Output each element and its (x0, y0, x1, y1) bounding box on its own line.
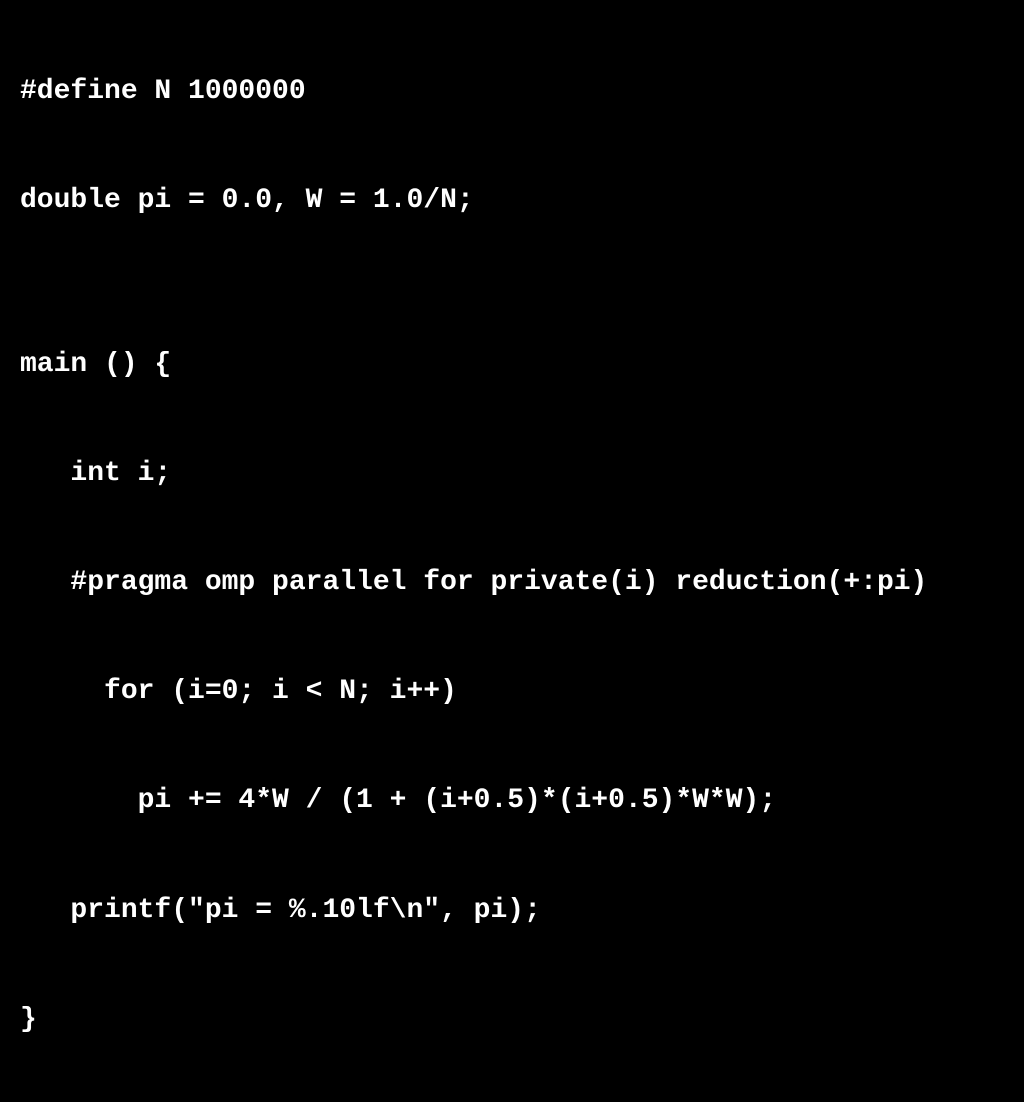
code-line: } (20, 993, 1004, 1048)
code-line: main () { (20, 338, 1004, 393)
code-block: #define N 1000000 double pi = 0.0, W = 1… (20, 10, 1004, 1102)
code-line: printf("pi = %.10lf\n", pi); (20, 884, 1004, 939)
code-line: int i; (20, 447, 1004, 502)
code-line: for (i=0; i < N; i++) (20, 665, 1004, 720)
code-line: double pi = 0.0, W = 1.0/N; (20, 174, 1004, 229)
code-line: pi += 4*W / (1 + (i+0.5)*(i+0.5)*W*W); (20, 774, 1004, 829)
code-line: #pragma omp parallel for private(i) redu… (20, 556, 1004, 611)
code-line: #define N 1000000 (20, 65, 1004, 120)
